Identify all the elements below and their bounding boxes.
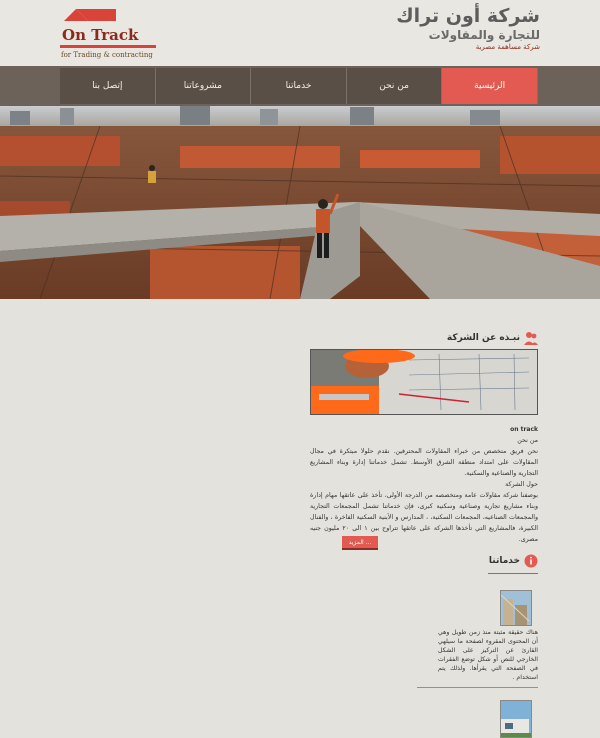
service-text-1: هناك حقيقة مثبتة منذ زمن طويل وهي أن الم…: [438, 629, 538, 681]
nav-items: إتصل بنا مشروعاتنا خدماتنا من نحن الرئيس…: [60, 68, 538, 104]
about-paragraph-1: نحن فريق متخصص من خبراء المقاولات المحتر…: [310, 448, 538, 477]
about-heading-2: حول الشركة: [505, 481, 538, 488]
logo-name: On Track: [62, 26, 139, 44]
nav-item-about[interactable]: من نحن: [346, 68, 443, 104]
nav-item-home[interactable]: الرئيسية: [442, 68, 538, 104]
company-subtitle: للتجارة والمقاولات: [428, 28, 540, 42]
engineer-with-plans-image: [311, 350, 537, 414]
main-nav: إتصل بنا مشروعاتنا خدماتنا من نحن الرئيس…: [0, 66, 600, 106]
about-title: نبـذه عن الشركة: [446, 333, 520, 343]
engineer-image: [310, 349, 538, 415]
about-section: نبـذه عن الشركة on track من نحن نحن فريق…: [310, 330, 538, 543]
building-image: [501, 591, 531, 625]
site-header: On Track for Trading & contracting شركة …: [0, 0, 600, 66]
company-type: شركة مساهمة مصرية: [475, 43, 540, 51]
house-image: [501, 701, 531, 737]
about-label-en: on track: [510, 426, 538, 433]
about-heading: نبـذه عن الشركة: [310, 330, 538, 346]
about-label: من نحن: [517, 437, 538, 444]
worker-figure-2: [148, 165, 156, 183]
about-text: on track من نحن نحن فريق متخصص من خبراء …: [310, 424, 538, 545]
service-thumb-2[interactable]: [500, 700, 532, 738]
logo-divider: [60, 45, 156, 48]
services-title: خدماتنا: [488, 556, 520, 566]
services-heading: خدماتنا: [417, 553, 538, 569]
site-logo[interactable]: On Track for Trading & contracting: [60, 6, 160, 64]
services-title-underline: [488, 573, 538, 574]
roof-icon: [64, 9, 116, 21]
more-button[interactable]: المزيد ...: [342, 536, 378, 550]
people-icon: [524, 332, 538, 345]
service-thumb-1[interactable]: [500, 590, 532, 626]
info-icon: [524, 554, 538, 568]
company-title: شركة أون تراك للتجارة والمقاولات شركة مس…: [396, 5, 540, 51]
services-divider: [417, 687, 538, 688]
company-name: شركة أون تراك: [396, 5, 540, 27]
construction-site-image: [0, 106, 600, 299]
logo-tagline: for Trading & contracting: [61, 51, 153, 59]
nav-item-services[interactable]: خدماتنا: [251, 68, 347, 104]
nav-item-contact[interactable]: إتصل بنا: [60, 68, 156, 104]
hero-slider[interactable]: [0, 106, 600, 299]
nav-item-projects[interactable]: مشروعاتنا: [155, 68, 252, 104]
